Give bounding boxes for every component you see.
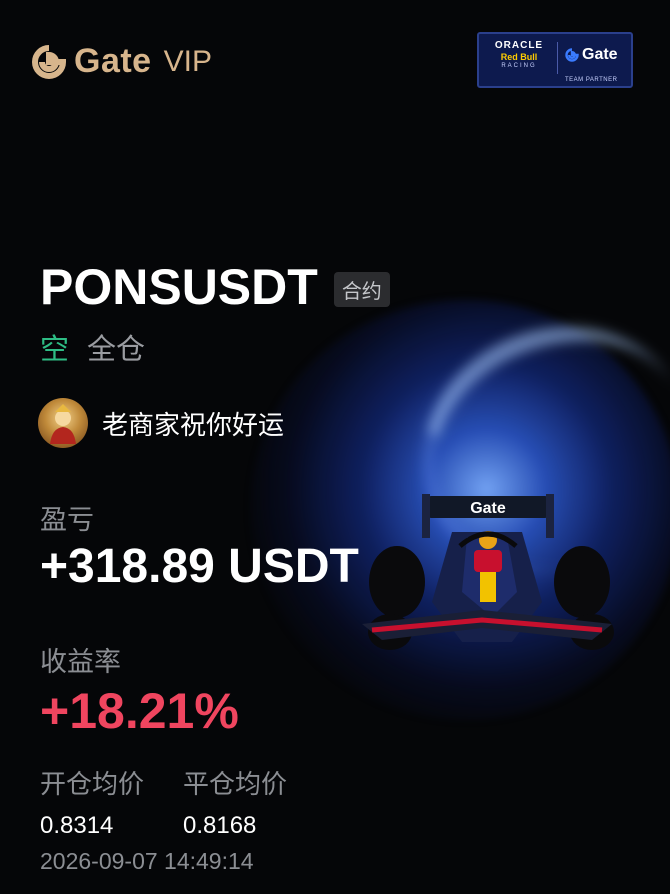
oracle-redbull-logo: ORACLE Red Bull RACING bbox=[487, 40, 551, 69]
exit-price-value: 0.8168 bbox=[183, 812, 257, 839]
partner-gate-logo: Gate bbox=[565, 46, 618, 64]
brand-name: Gate bbox=[74, 42, 152, 80]
position-info: 空 全仓 bbox=[40, 326, 145, 368]
svg-text:Gate: Gate bbox=[470, 500, 506, 517]
f1-car-illustration: Gate bbox=[362, 494, 614, 650]
partner-divider bbox=[557, 42, 558, 74]
margin-mode: 全仓 bbox=[87, 334, 146, 366]
contract-badge: 合约 bbox=[333, 271, 390, 307]
team-partner-badge: ORACLE Red Bull RACING Gate TEAM PARTNER bbox=[477, 32, 633, 88]
partner-racing-text: RACING bbox=[501, 63, 537, 69]
partner-gate-text: Gate bbox=[582, 46, 618, 63]
username: 老商家祝你好运 bbox=[102, 409, 285, 440]
user-row: 老商家祝你好运 bbox=[38, 398, 284, 448]
gate-small-icon bbox=[565, 48, 579, 62]
gate-vip-logo: Gate VIP bbox=[32, 42, 212, 81]
brand-vip: VIP bbox=[163, 44, 212, 78]
partner-oracle-text: ORACLE bbox=[494, 40, 544, 51]
symbol-row: PONSUSDT 合约 bbox=[40, 258, 390, 316]
roi-label: 收益率 bbox=[40, 647, 121, 677]
pnl-label: 盈亏 bbox=[40, 505, 94, 535]
entry-price-value: 0.8314 bbox=[40, 812, 114, 839]
avatar bbox=[38, 398, 88, 448]
avatar-figure-icon bbox=[50, 404, 76, 444]
pnl-value: +318.89 USDT bbox=[40, 540, 359, 593]
gate-logo-icon bbox=[32, 44, 66, 79]
partner-tag-text: TEAM PARTNER bbox=[565, 77, 618, 83]
entry-price-label: 开仓均价 bbox=[40, 769, 145, 799]
direction-short: 空 bbox=[40, 334, 70, 366]
timestamp: 2026-09-07 14:49:14 bbox=[40, 848, 254, 874]
roi-value: +18.21% bbox=[40, 683, 239, 739]
trading-pair: PONSUSDT bbox=[40, 259, 318, 315]
exit-price-label: 平仓均价 bbox=[183, 769, 288, 799]
partner-redbull-text: Red Bull bbox=[500, 52, 538, 62]
